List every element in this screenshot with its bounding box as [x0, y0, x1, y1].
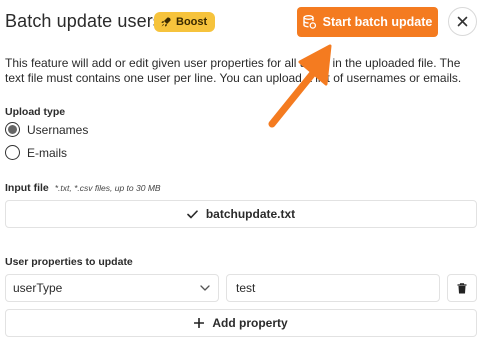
delete-property-button[interactable] [447, 274, 477, 302]
radio-emails-label: E-mails [27, 145, 68, 160]
check-icon [187, 209, 198, 218]
radio-usernames-label: Usernames [27, 122, 89, 137]
rocket-icon [161, 17, 171, 27]
plus-icon [194, 318, 205, 328]
upload-type-label-text: Upload type [5, 106, 66, 118]
user-properties-label-text: User properties to update [5, 256, 133, 268]
add-property-label: Add property [212, 316, 288, 330]
user-properties-label: User properties to update [5, 256, 133, 268]
file-upload-box[interactable]: batchupdate.txt [5, 200, 477, 228]
radio-emails-indicator[interactable] [5, 145, 20, 160]
trash-icon [457, 282, 467, 293]
radio-emails[interactable]: E-mails [5, 145, 67, 160]
radio-usernames-indicator[interactable] [5, 122, 20, 137]
input-file-hint: *.txt, *.csv files, up to 30 MB [54, 183, 161, 193]
property-select-value: userType [13, 281, 63, 295]
close-icon [457, 16, 468, 27]
close-button[interactable] [448, 7, 477, 36]
input-file-label: Input file *.txt, *.csv files, up to 30 M… [5, 182, 161, 194]
add-property-button[interactable]: Add property [5, 309, 477, 337]
uploaded-file-name: batchupdate.txt [205, 207, 296, 221]
chevron-down-icon [200, 285, 210, 291]
boost-badge-label: Boost [176, 16, 208, 28]
upload-type-label: Upload type [5, 106, 65, 118]
dialog-title: Batch update users [5, 11, 162, 31]
input-file-label-text: Input file [5, 182, 49, 194]
boost-badge: Boost [154, 12, 216, 32]
radio-usernames[interactable]: Usernames [5, 122, 88, 137]
database-sync-icon [302, 15, 316, 29]
description-text: This feature will add or edit given user… [5, 56, 462, 85]
property-select[interactable]: userType [5, 274, 219, 302]
property-value-input[interactable] [226, 274, 440, 302]
start-batch-update-label: Start batch update [322, 15, 433, 29]
start-batch-update-button[interactable]: Start batch update [297, 7, 438, 37]
